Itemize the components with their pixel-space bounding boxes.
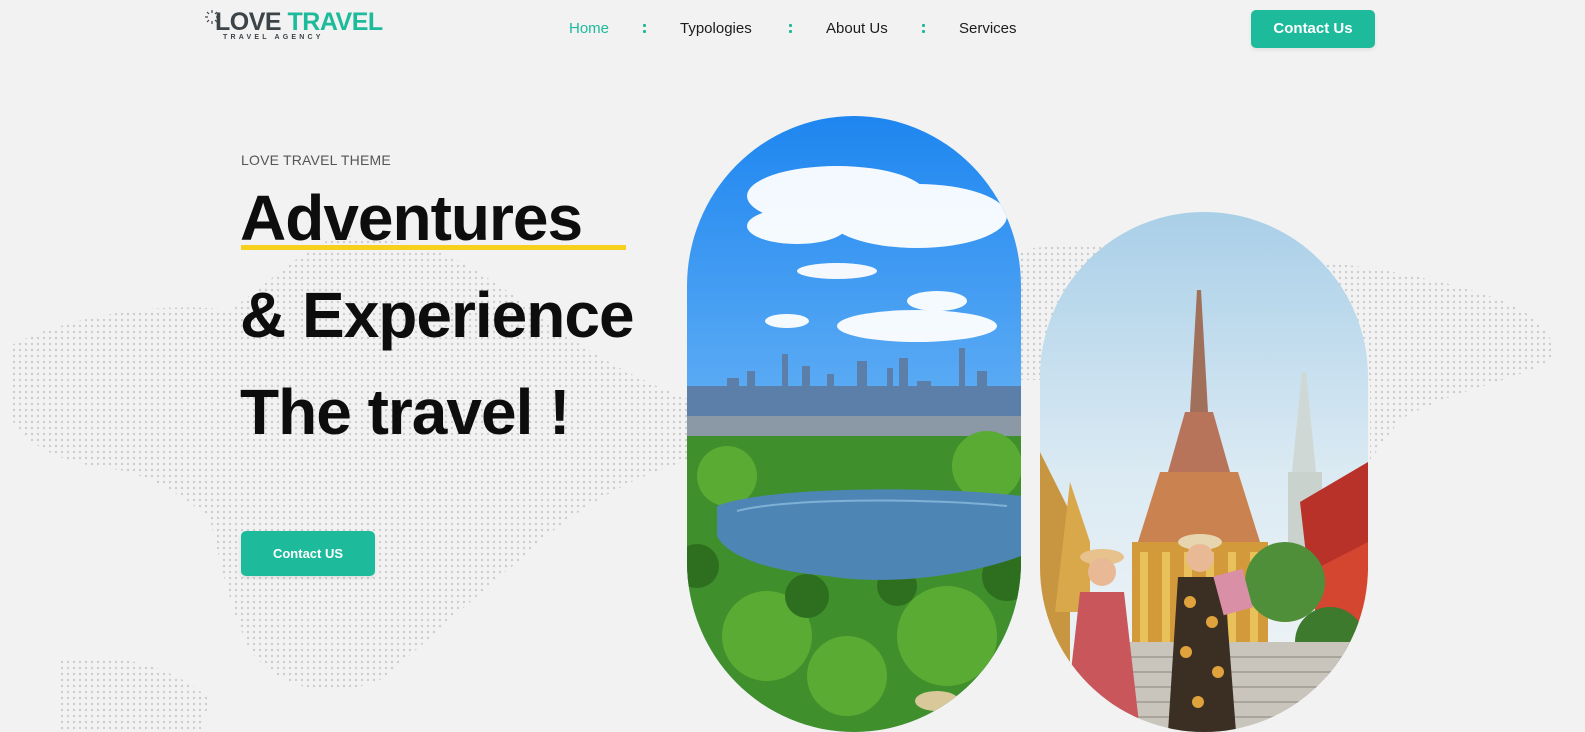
- temple-photo: [1040, 212, 1368, 732]
- brand-logo[interactable]: LOVE TRAVEL TRAVEL AGENCY: [205, 8, 383, 46]
- logo-word-travel: TRAVEL: [287, 8, 384, 36]
- nav-separator: [789, 24, 792, 34]
- logo-word-love: LOVE: [215, 8, 282, 36]
- logo-wordmark: LOVE TRAVEL: [215, 8, 383, 36]
- contact-us-header-button[interactable]: Contact Us: [1251, 10, 1375, 48]
- nav-item-home[interactable]: Home: [569, 18, 609, 40]
- nav-item-typologies[interactable]: Typologies: [680, 18, 752, 40]
- nav-item-about-us[interactable]: About Us: [826, 18, 888, 40]
- hero-eyebrow: LOVE TRAVEL THEME: [241, 152, 391, 168]
- nav-separator: [643, 24, 646, 34]
- hero-headline-line3: The travel !: [240, 376, 570, 448]
- contact-us-hero-button[interactable]: Contact US: [241, 531, 375, 576]
- hero-headline-line2: & Experience: [240, 279, 635, 351]
- city-park-photo: [687, 116, 1021, 732]
- logo-tagline: TRAVEL AGENCY: [223, 34, 324, 41]
- nav-item-services[interactable]: Services: [959, 18, 1017, 40]
- hero-headline-line1: Adventures: [240, 182, 583, 254]
- nav-separator: [922, 24, 925, 34]
